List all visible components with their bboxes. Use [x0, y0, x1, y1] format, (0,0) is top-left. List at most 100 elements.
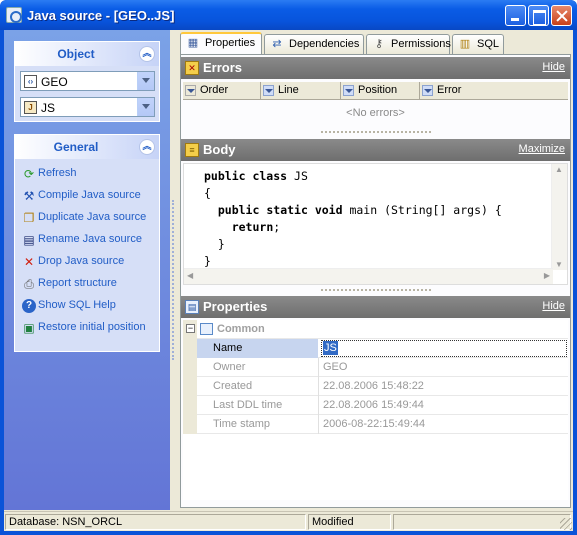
drop-action[interactable]: ✕ Drop Java source	[20, 253, 156, 271]
minimize-button[interactable]	[505, 5, 526, 26]
java-source-icon: J	[24, 101, 37, 114]
filter-dropdown-icon[interactable]	[343, 85, 354, 96]
close-button[interactable]	[551, 5, 572, 26]
property-value: 22.08.2006 15:48:22	[323, 380, 424, 392]
property-row-created[interactable]: Created 22.08.2006 15:48:22	[183, 377, 568, 396]
compile-action[interactable]: ⚒ Compile Java source	[20, 187, 156, 205]
dependencies-icon: ⇄	[272, 38, 282, 50]
collapse-tree-icon[interactable]: −	[186, 324, 195, 333]
filter-dropdown-icon[interactable]	[422, 85, 433, 96]
general-panel-title: General	[53, 140, 99, 154]
category-icon	[200, 323, 213, 335]
maximize-button[interactable]	[528, 5, 549, 26]
status-extra-panel	[393, 514, 571, 530]
status-database: Database: NSN_ORCL	[9, 516, 123, 528]
tab-sql[interactable]: ▥ SQL	[452, 34, 504, 54]
property-value: 2006-08-22:15:49:44	[323, 418, 426, 430]
column-divider	[318, 415, 319, 434]
restore-position-action[interactable]: ▣ Restore initial position	[20, 319, 156, 337]
sql-help-action[interactable]: ? Show SQL Help	[20, 297, 156, 315]
property-row-owner[interactable]: Owner GEO	[183, 358, 568, 377]
property-row-last-ddl-time[interactable]: Last DDL time 22.08.2006 15:49:44	[183, 396, 568, 415]
code-editor[interactable]: public class JS { public static void main…	[183, 163, 568, 285]
schema-select[interactable]: ‹› GEO	[20, 71, 155, 91]
sql-help-action-label: Show SQL Help	[38, 299, 116, 311]
status-state: Modified	[312, 516, 354, 528]
collapse-icon[interactable]: ︽	[139, 46, 155, 62]
restore-position-action-label: Restore initial position	[38, 321, 146, 333]
restore-icon: ▣	[23, 321, 35, 335]
resize-grip[interactable]	[560, 518, 572, 530]
window-title: Java source - [GEO..JS]	[27, 8, 175, 23]
body-header: ≡ Body Maximize	[181, 139, 570, 161]
app-icon	[6, 7, 22, 23]
tab-strip: ▦ Properties ⇄ Dependencies ⚷ Permission…	[180, 32, 570, 54]
column-header-error[interactable]: Error	[420, 82, 568, 99]
column-label: Position	[358, 84, 398, 96]
property-category-row[interactable]: − Common	[183, 320, 568, 339]
properties-icon: ▦	[187, 37, 199, 49]
property-value: GEO	[323, 361, 348, 373]
errors-hide-link[interactable]: Hide	[542, 61, 565, 73]
refresh-action[interactable]: ⟳ Refresh	[20, 165, 156, 183]
column-header-order[interactable]: Order	[183, 82, 261, 99]
category-label: Common	[217, 323, 265, 335]
tab-permissions[interactable]: ⚷ Permissions	[366, 34, 451, 54]
section-splitter[interactable]	[321, 289, 431, 293]
general-panel-header[interactable]: General ︽	[15, 135, 159, 159]
properties-hide-link[interactable]: Hide	[542, 300, 565, 312]
body-title: Body	[203, 142, 236, 157]
property-row-name[interactable]: Name JS	[183, 339, 568, 358]
property-row-time-stamp[interactable]: Time stamp 2006-08-22:15:49:44	[183, 415, 568, 434]
property-name: Last DDL time	[213, 399, 283, 411]
property-value-editor[interactable]	[321, 340, 567, 357]
chevron-down-icon[interactable]	[137, 98, 154, 116]
tab-properties[interactable]: ▦ Properties	[180, 32, 262, 54]
property-name: Name	[213, 342, 243, 354]
rename-action[interactable]: ▤ Rename Java source	[20, 231, 156, 249]
refresh-action-label: Refresh	[38, 167, 77, 179]
status-state-panel: Modified	[308, 514, 391, 530]
filter-dropdown-icon[interactable]	[263, 85, 274, 96]
duplicate-action[interactable]: ❐ Duplicate Java source	[20, 209, 156, 227]
row-gutter	[183, 339, 197, 358]
column-label: Order	[200, 84, 229, 96]
tab-permissions-label: Permissions	[391, 38, 451, 50]
row-gutter	[183, 415, 197, 434]
properties-section-icon: ▤	[185, 300, 199, 314]
navigation-sidebar: Object ︽ ‹› GEO J JS General ︽ ⟳ Refresh…	[4, 30, 170, 510]
tab-sql-label: SQL	[477, 38, 500, 50]
column-divider	[318, 396, 319, 415]
property-value[interactable]: JS	[323, 341, 338, 355]
title-bar[interactable]: Java source - [GEO..JS]	[0, 0, 577, 30]
column-divider	[318, 377, 319, 396]
properties-header: ▤ Properties Hide	[181, 296, 570, 318]
horizontal-scrollbar[interactable]	[184, 268, 553, 284]
row-gutter	[183, 358, 197, 377]
object-panel: Object ︽ ‹› GEO J JS	[14, 41, 160, 122]
vertical-scrollbar[interactable]	[551, 164, 567, 270]
column-header-position[interactable]: Position	[341, 82, 420, 99]
column-menu-icon[interactable]	[185, 85, 196, 96]
code-text[interactable]: public class JS { public static void main…	[204, 168, 502, 270]
section-splitter[interactable]	[321, 131, 431, 135]
report-icon: ⎙	[24, 277, 34, 291]
drop-icon: ✕	[23, 255, 35, 269]
object-select[interactable]: J JS	[20, 97, 155, 117]
refresh-icon: ⟳	[23, 167, 35, 181]
tab-dependencies[interactable]: ⇄ Dependencies	[264, 34, 364, 54]
report-action[interactable]: ⎙ Report structure	[20, 275, 156, 293]
column-header-line[interactable]: Line	[261, 82, 341, 99]
duplicate-icon: ❐	[23, 211, 35, 225]
sidebar-splitter[interactable]	[172, 200, 176, 360]
property-value: 22.08.2006 15:49:44	[323, 399, 424, 411]
object-panel-title: Object	[57, 47, 95, 61]
body-maximize-link[interactable]: Maximize	[519, 143, 565, 155]
object-panel-header[interactable]: Object ︽	[15, 42, 159, 66]
code-line: public static void main (String[] args) …	[217, 203, 502, 217]
collapse-icon[interactable]: ︽	[139, 139, 155, 155]
rename-action-label: Rename Java source	[38, 233, 142, 245]
column-label: Error	[437, 84, 462, 96]
chevron-down-icon[interactable]	[137, 72, 154, 90]
property-grid: − Common Name JS Owner GEO Created 22.08…	[183, 320, 568, 500]
